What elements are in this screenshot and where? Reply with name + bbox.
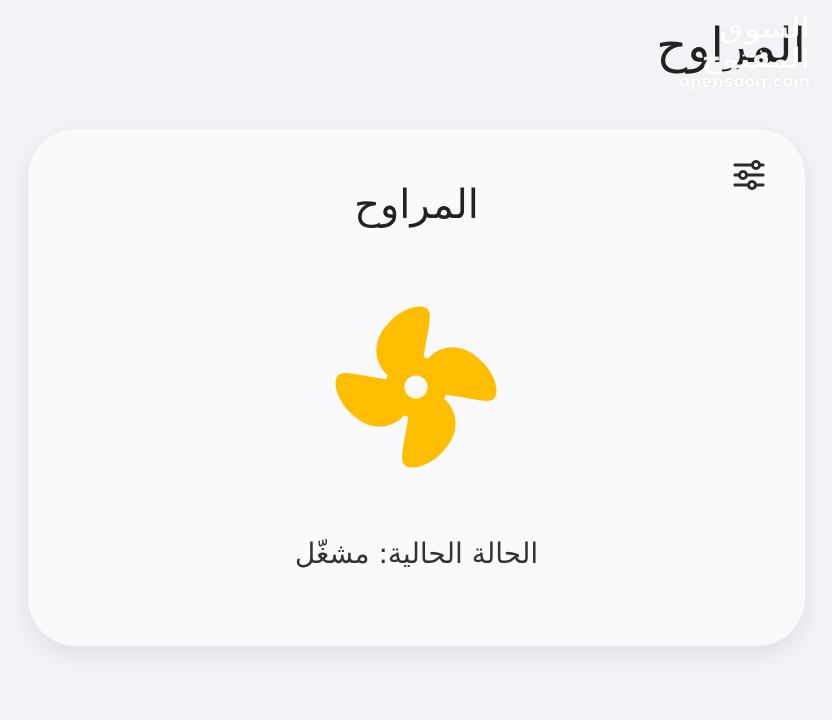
- status-line: الحالة الحالية: مشغّل: [28, 536, 805, 572]
- status-value: مشغّل: [294, 537, 370, 570]
- watermark-latin: opensooq.com: [679, 72, 810, 91]
- status-label: الحالة الحالية:: [378, 537, 539, 570]
- card-title: المراوح: [354, 182, 479, 228]
- page-header-title: المراوح: [656, 18, 806, 74]
- fans-card: المراوح الحالة الحالية: مشغّل: [28, 129, 805, 646]
- fan-icon: [335, 306, 497, 468]
